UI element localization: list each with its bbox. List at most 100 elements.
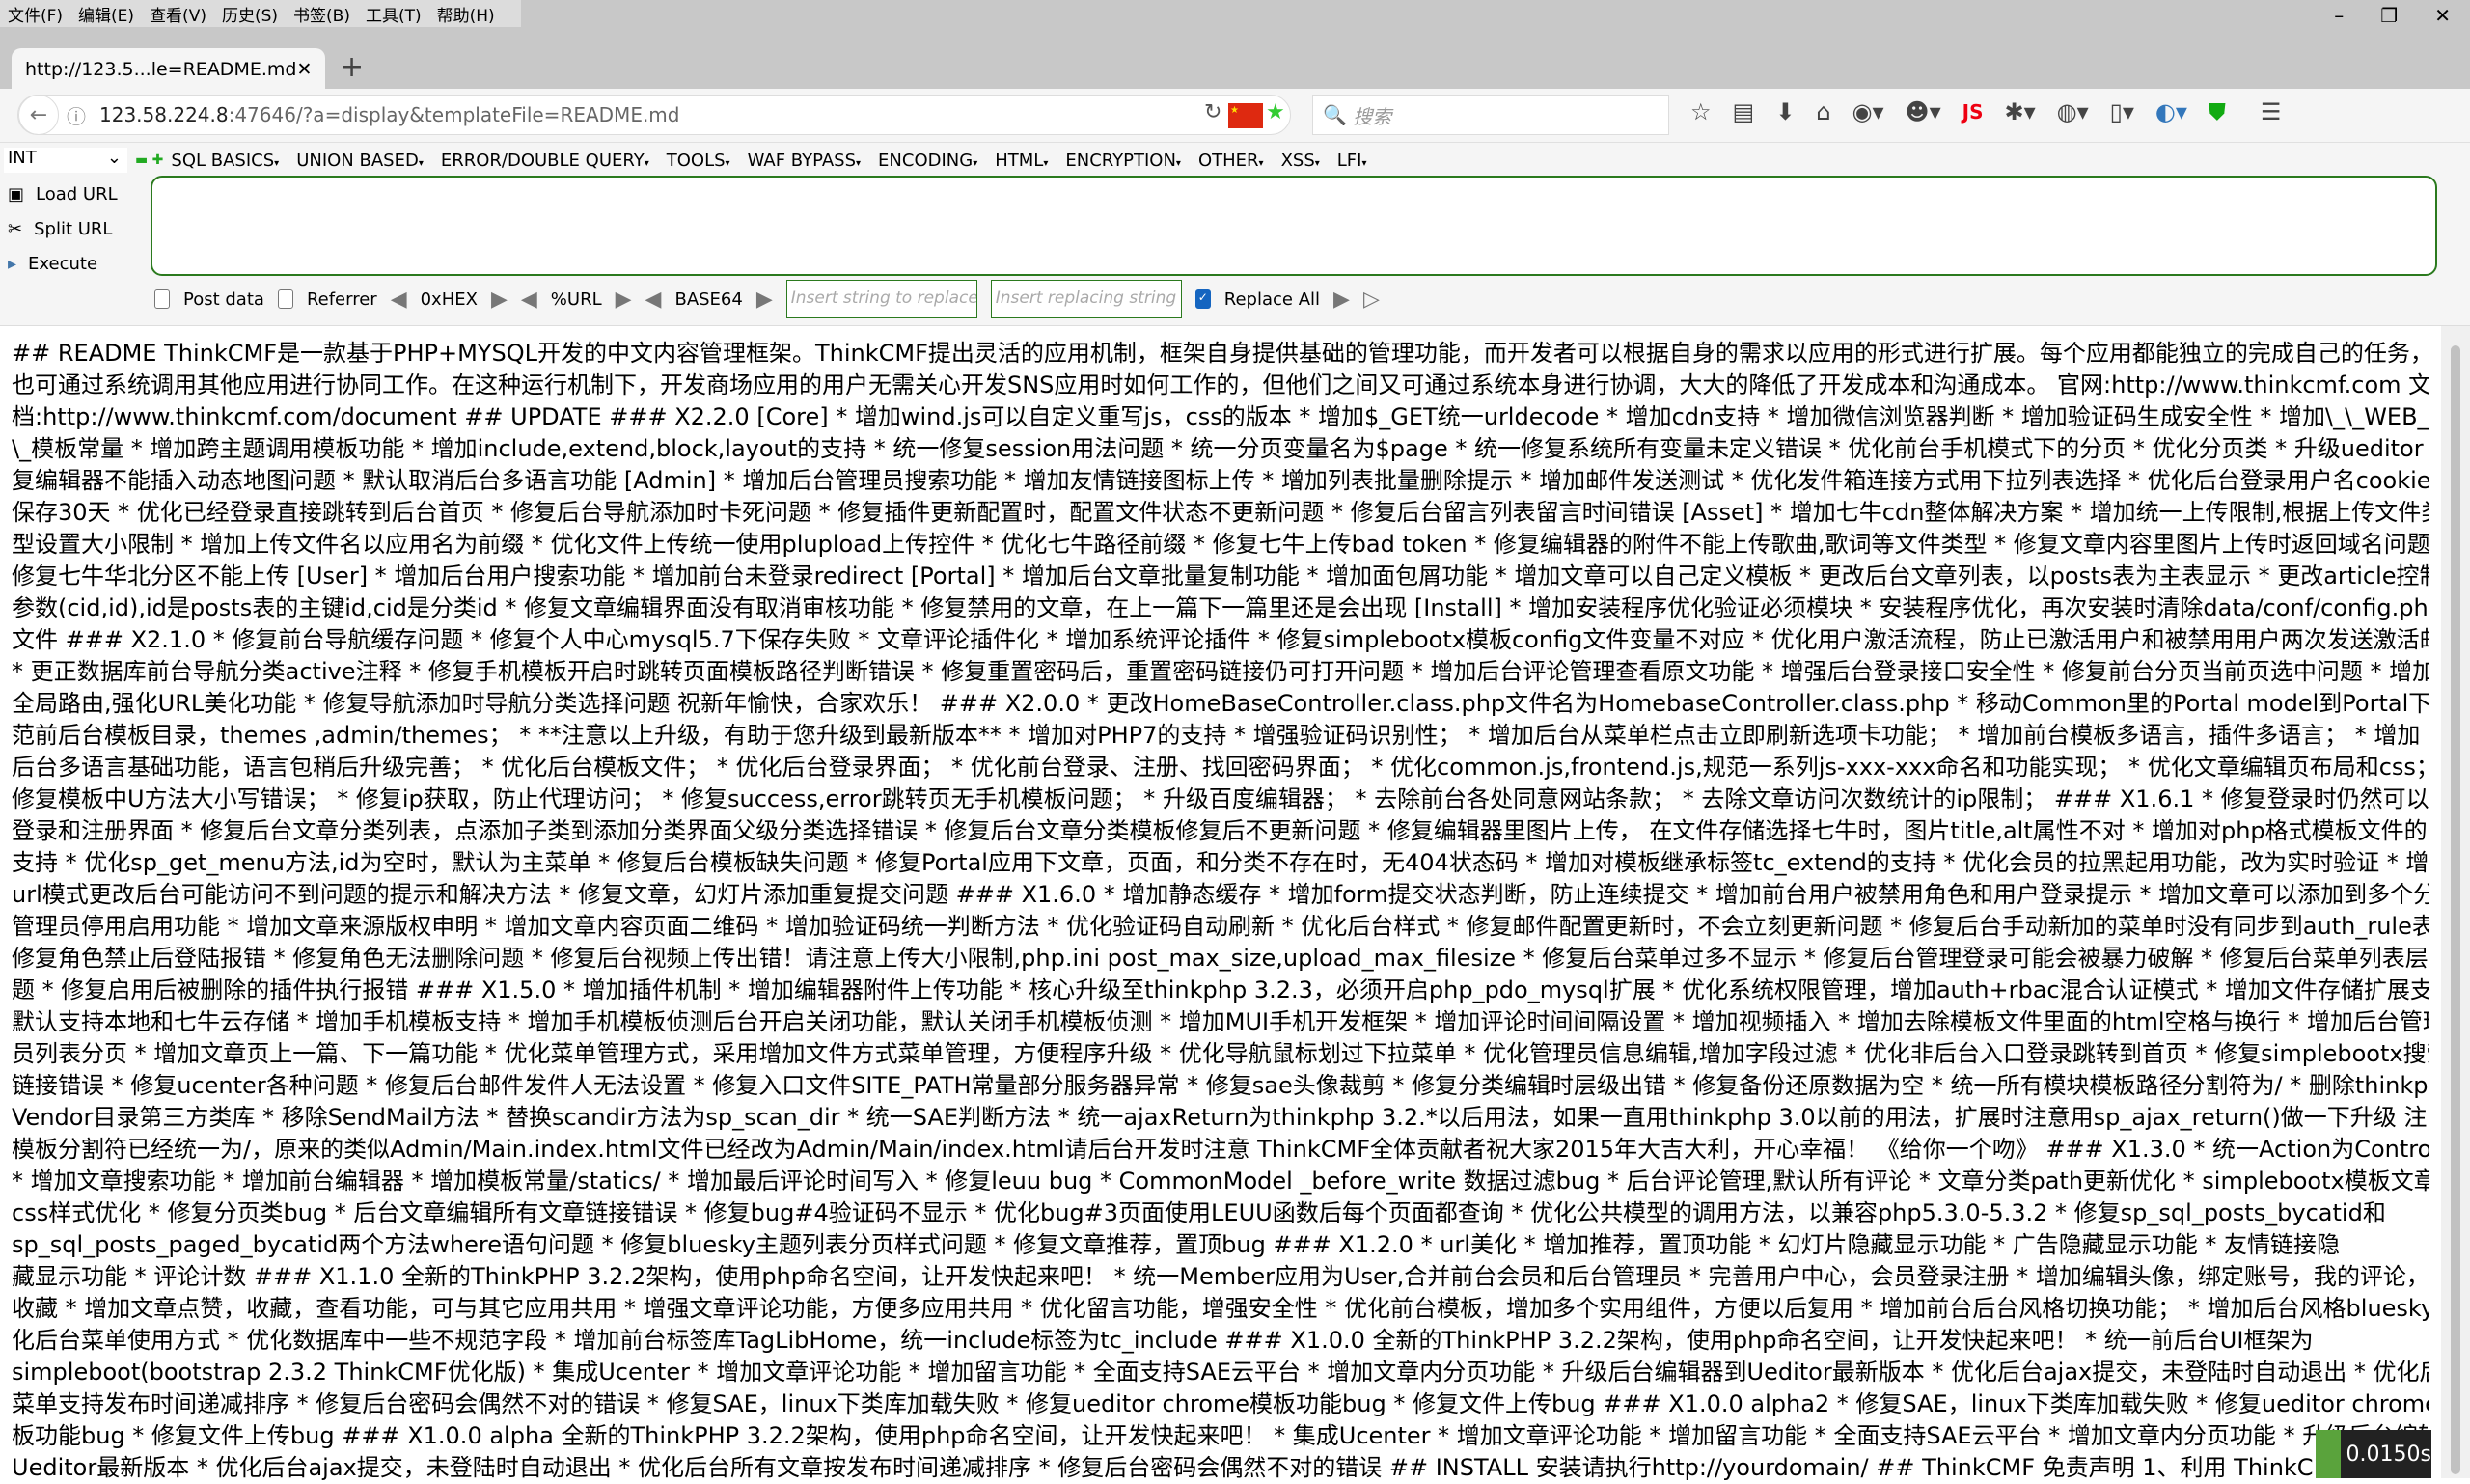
content-line: 型设置大小限制 * 增加上传文件名以应用名为前缀 * 优化文件上传统一使用plu… xyxy=(12,529,2429,561)
address-bar[interactable]: ← ⓘ 123.58.224.8:47646/?a=display&templa… xyxy=(17,95,1291,135)
content-line: * 增加文章搜索功能 * 增加前台编辑器 * 增加模板常量/statics/ *… xyxy=(12,1166,2429,1197)
replace-next-button[interactable]: ▷ xyxy=(1363,288,1380,312)
restore-icon[interactable]: ❐ xyxy=(2380,4,2398,27)
hackbar-menu-label: ENCRYPTION xyxy=(1065,151,1176,171)
content-line: 板功能bug * 修复文件上传bug ### X1.0.0 alpha 全新的T… xyxy=(12,1420,2429,1452)
hackbar-menu-other[interactable]: OTHER▾ xyxy=(1198,151,1264,171)
menu-item[interactable]: 工具(T) xyxy=(358,2,429,26)
content-line: 管理员停用启用功能 * 增加文章来源版权申明 * 增加文章内容页面二维码 * 增… xyxy=(12,911,2429,943)
content-line: 复编辑器不能插入动态地图问题 * 默认取消后台多语言功能 [Admin] * 增… xyxy=(12,465,2429,497)
load-timer-badge: 0.0150s xyxy=(2316,1430,2431,1478)
replace-all-checkbox[interactable]: ✓ xyxy=(1195,289,1211,309)
execute-button[interactable]: ▸Execute xyxy=(8,247,118,282)
url-label: %URL xyxy=(551,289,602,310)
hackbar-toggle-icons[interactable]: ▬ ✚ xyxy=(135,152,163,168)
load-url-button[interactable]: ▣Load URL xyxy=(8,178,118,212)
referrer-label: Referrer xyxy=(307,289,377,310)
cookie-icon[interactable]: ☻▾ xyxy=(1906,98,1941,125)
scrollbar-thumb[interactable] xyxy=(2451,345,2460,1474)
hackbar-menu-sql-basics[interactable]: SQL BASICS▾ xyxy=(171,151,279,171)
addon-green-icon[interactable]: ★ xyxy=(1266,100,1285,124)
timer-logo-icon xyxy=(2316,1430,2341,1478)
hamburger-menu-icon[interactable]: ☰ xyxy=(2261,98,2282,125)
hackbar-menu-label: LFI xyxy=(1337,151,1362,171)
home-icon[interactable]: ⌂ xyxy=(1816,98,1830,125)
window-controls: – ❐ ✕ xyxy=(2334,4,2470,27)
replace-button[interactable]: ▶ xyxy=(1333,288,1350,312)
content-line: css样式优化 * 修复分页类bug * 后台文章编辑所有文章链接错误 * 修复… xyxy=(12,1197,2429,1229)
menu-item[interactable]: 帮助(H) xyxy=(429,2,503,26)
search-icon: 🔍 xyxy=(1323,103,1353,126)
hex-label: 0xHEX xyxy=(421,289,478,310)
close-window-icon[interactable]: ✕ xyxy=(2434,4,2451,27)
post-data-checkbox[interactable] xyxy=(154,289,170,309)
new-tab-button[interactable]: + xyxy=(340,50,364,84)
close-tab-icon[interactable]: ✕ xyxy=(296,59,312,80)
hackbar-menu-union-based[interactable]: UNION BASED▾ xyxy=(296,151,424,171)
menu-item[interactable]: 查看(V) xyxy=(142,2,214,26)
content-line: 范前后台模板目录，themes ,admin/themes； * **注意以上升… xyxy=(12,720,2429,752)
menu-item[interactable]: 编辑(E) xyxy=(70,2,142,26)
hex-decode-button[interactable]: ◀ xyxy=(391,288,407,312)
load-url-label: Load URL xyxy=(36,178,118,212)
content-line: 参数(cid,id),id是posts表的主键id,cid是分类id * 修复文… xyxy=(12,592,2429,624)
hackbar-menu-encoding[interactable]: ENCODING▾ xyxy=(878,151,977,171)
hackbar-menu-label: XSS xyxy=(1281,151,1315,171)
hackbar-menu-error-double-query[interactable]: ERROR/DOUBLE QUERY▾ xyxy=(441,151,649,171)
hackbar-menu-tools[interactable]: TOOLS▾ xyxy=(667,151,730,171)
proxy-icon[interactable]: ◍▾ xyxy=(2057,98,2089,125)
china-flag-icon: ★ xyxy=(1228,103,1263,128)
type-select-value: INT xyxy=(8,148,37,173)
translate-icon[interactable]: ◐▾ xyxy=(2155,98,2187,125)
url-encode-button[interactable]: ▶ xyxy=(616,288,632,312)
info-icon[interactable]: ⓘ xyxy=(67,101,86,129)
search-placeholder: 搜索 xyxy=(1353,101,1391,129)
referrer-checkbox[interactable] xyxy=(278,289,293,309)
hackbar-menu-waf-bypass[interactable]: WAF BYPASS▾ xyxy=(748,151,861,171)
readme-content: ## README ThinkCMF是一款基于PHP+MYSQL开发的中文内容管… xyxy=(12,338,2429,1484)
back-icon[interactable]: ← xyxy=(18,95,59,135)
content-line: * 更正数据库前台导航分类active注释 * 修复手机模板开启时跳转页面模板路… xyxy=(12,656,2429,688)
split-url-button[interactable]: ✂Split URL xyxy=(8,212,118,247)
execute-label: Execute xyxy=(28,247,97,282)
bug-icon[interactable]: ✱▾ xyxy=(2004,98,2035,125)
reload-icon[interactable]: ↻ xyxy=(1204,100,1221,124)
hackbar-menu-label: UNION BASED xyxy=(296,151,419,171)
url-textarea[interactable] xyxy=(151,176,2437,276)
base64-decode-button[interactable]: ◀ xyxy=(645,288,662,312)
menu-item[interactable]: 历史(S) xyxy=(214,2,286,26)
bookmark-star-icon[interactable]: ☆ xyxy=(1690,98,1712,125)
tab-readme[interactable]: http://123.5...le=README.md ✕ xyxy=(12,48,325,91)
scrollbar[interactable] xyxy=(2441,326,2470,1478)
title-bar: 文件(F)编辑(E)查看(V)历史(S)书签(B)工具(T)帮助(H) – ❐ … xyxy=(0,0,2470,89)
clipboard-icon[interactable]: ▯▾ xyxy=(2110,98,2134,125)
type-select[interactable]: INT⌄ xyxy=(4,148,127,173)
library-icon[interactable]: ▤ xyxy=(1733,98,1755,125)
js-icon[interactable]: JS xyxy=(1962,100,1984,124)
content-line: ## README ThinkCMF是一款基于PHP+MYSQL开发的中文内容管… xyxy=(12,338,2429,370)
hackbar-menu-html[interactable]: HTML▾ xyxy=(995,151,1048,171)
hackbar: INT⌄ ▬ ✚ SQL BASICS▾ UNION BASED▾ ERROR/DO… xyxy=(0,143,2470,326)
content-line: 化后台菜单使用方式 * 优化数据库中一些不规范字段 * 增加前台标签库TagLi… xyxy=(12,1325,2429,1357)
download-icon[interactable]: ⬇ xyxy=(1775,98,1795,125)
base64-encode-button[interactable]: ▶ xyxy=(756,288,773,312)
url-decode-button[interactable]: ◀ xyxy=(521,288,537,312)
minimize-icon[interactable]: – xyxy=(2334,4,2344,27)
content-line: 修复角色禁止后登陆报错 * 修复角色无法删除问题 * 修复后台视频上传出错！请注… xyxy=(12,943,2429,975)
addon-icon[interactable]: ◉▾ xyxy=(1852,98,1884,125)
hackbar-menu-label: SQL BASICS xyxy=(171,151,274,171)
menu-item[interactable]: 书签(B) xyxy=(286,2,358,26)
content-line: simpleboot(bootstrap 2.3.2 ThinkCMF优化版) … xyxy=(12,1357,2429,1388)
search-input[interactable]: 🔍 搜索 xyxy=(1312,95,1669,135)
insert-string-input[interactable]: Insert string to replace xyxy=(786,280,977,318)
replacing-string-input[interactable]: Insert replacing string xyxy=(991,280,1182,318)
content-line: 后台多语言基础功能，语言包稍后升级完善； * 优化后台模板文件； * 优化后台登… xyxy=(12,752,2429,783)
hackbar-menu-lfi[interactable]: LFI▾ xyxy=(1337,151,1367,171)
hackbar-menu-label: ERROR/DOUBLE QUERY xyxy=(441,151,645,171)
menu-item[interactable]: 文件(F) xyxy=(0,2,70,26)
content-line: url模式更改后台可能访问不到问题的提示和解决方法 * 修复文章，幻灯片添加重复… xyxy=(12,879,2429,911)
hackbar-menu-encryption[interactable]: ENCRYPTION▾ xyxy=(1065,151,1181,171)
shield-icon[interactable]: ⛊ xyxy=(2209,98,2226,125)
hackbar-menu-xss[interactable]: XSS▾ xyxy=(1281,151,1320,171)
hex-encode-button[interactable]: ▶ xyxy=(491,288,508,312)
